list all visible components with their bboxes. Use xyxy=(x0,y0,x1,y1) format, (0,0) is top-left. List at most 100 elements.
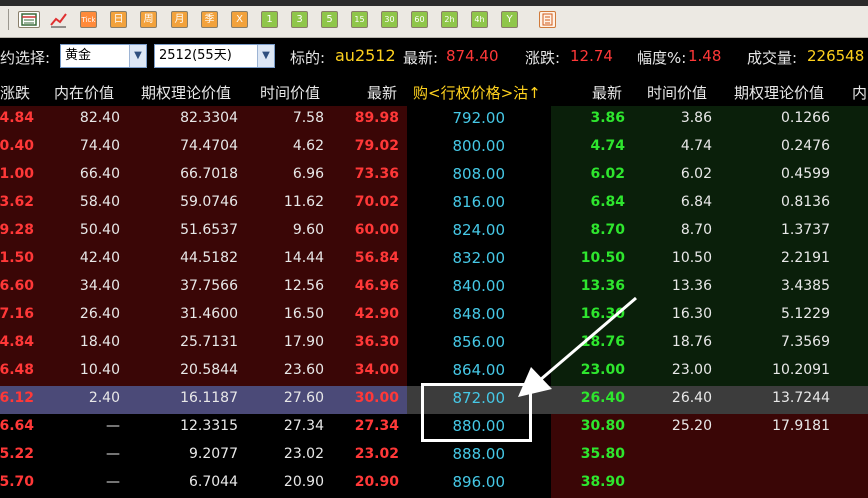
strike-price-cell: 832.00 xyxy=(452,249,506,267)
table-row[interactable]: 0.40 74.40 74.4704 4.62 79.02 800.00 4.74 4.74 0… xyxy=(0,134,868,162)
table-row[interactable]: 9.28 50.40 51.6537 9.60 60.00 824.00 8.70 8.70 1… xyxy=(0,218,868,246)
table-row[interactable]: 1.00 66.40 66.7018 6.96 73.36 808.00 6.02 6.02 0… xyxy=(0,162,868,190)
call-theoretical-cell: 59.0746 xyxy=(180,194,238,210)
header-call-time[interactable]: 时间价值 xyxy=(260,82,320,103)
put-time-value-cell: 13.36 xyxy=(671,278,712,294)
put-theoretical-cell: 17.9181 xyxy=(772,418,830,434)
year-button[interactable]: Y xyxy=(501,11,518,28)
put-time-value-cell: 26.40 xyxy=(671,390,712,406)
month-button[interactable]: 月 xyxy=(171,11,188,28)
chevron-down-icon[interactable]: ▼ xyxy=(257,45,274,67)
call-intrinsic-cell: 50.40 xyxy=(79,222,120,238)
call-last-cell: 89.98 xyxy=(354,110,399,126)
header-call-theoretical[interactable]: 期权理论价值 xyxy=(141,82,231,103)
min15-button[interactable]: 15 xyxy=(351,11,368,28)
hour4-button[interactable]: 4h xyxy=(471,11,488,28)
call-time-value-cell: 27.34 xyxy=(283,418,324,434)
header-put-intrinsic[interactable]: 内 xyxy=(852,82,867,103)
put-last-cell: 16.30 xyxy=(580,306,625,322)
header-strike[interactable]: 购<行权价格>沽↑ xyxy=(413,82,541,103)
call-intrinsic-cell: — xyxy=(106,418,120,434)
call-theoretical-cell: 44.5182 xyxy=(180,250,238,266)
put-time-value-cell: 8.70 xyxy=(680,222,712,238)
hour2-button[interactable]: 2h xyxy=(441,11,458,28)
call-last-cell: 42.90 xyxy=(354,306,399,322)
table-row[interactable]: 5.22 — 9.2077 23.02 23.02 888.00 35.80 xyxy=(0,442,868,470)
day-button[interactable]: 日 xyxy=(110,11,127,28)
call-theoretical-cell: 12.3315 xyxy=(180,418,238,434)
expiry-select[interactable]: 2512(55天) ▼ xyxy=(154,44,275,68)
put-theoretical-cell: 0.8136 xyxy=(781,194,830,210)
put-time-value-cell: 6.02 xyxy=(680,166,712,182)
contract-select-label: 约选择: xyxy=(0,49,51,67)
call-change-cell: 9.28 xyxy=(0,222,34,238)
call-intrinsic-cell: — xyxy=(106,474,120,490)
latest-value: 874.40 xyxy=(446,47,499,65)
call-last-cell: 34.00 xyxy=(354,362,399,378)
call-change-cell: 5.22 xyxy=(0,446,34,462)
header-call-change[interactable]: 涨跌 xyxy=(0,82,30,103)
call-time-value-cell: 16.50 xyxy=(283,306,324,322)
contract-info-bar: 约选择: 黄金 ▼ 2512(55天) ▼ 标的: au2512 最新: 874… xyxy=(0,38,868,76)
call-time-value-cell: 27.60 xyxy=(283,390,324,406)
header-put-theoretical[interactable]: 期权理论价值 xyxy=(734,82,824,103)
put-last-cell: 6.02 xyxy=(590,166,625,182)
put-theoretical-cell: 10.2091 xyxy=(772,362,830,378)
call-change-cell: 1.00 xyxy=(0,166,34,182)
put-time-value-cell: 3.86 xyxy=(680,110,712,126)
call-change-cell: 6.64 xyxy=(0,418,34,434)
put-time-value-cell: 10.50 xyxy=(671,250,712,266)
call-intrinsic-cell: 10.40 xyxy=(79,362,120,378)
call-time-value-cell: 7.58 xyxy=(292,110,324,126)
call-time-value-cell: 9.60 xyxy=(292,222,324,238)
call-intrinsic-cell: 82.40 xyxy=(79,110,120,126)
call-change-cell: 1.50 xyxy=(0,250,34,266)
table-row[interactable]: 4.84 82.40 82.3304 7.58 89.98 792.00 3.86 3.86 0… xyxy=(0,106,868,134)
min3-button[interactable]: 3 xyxy=(291,11,308,28)
call-last-cell: 20.90 xyxy=(354,474,399,490)
strike-price-cell: 864.00 xyxy=(452,361,506,379)
list-view-icon[interactable] xyxy=(18,11,40,28)
header-put-time[interactable]: 时间价值 xyxy=(647,82,707,103)
put-last-cell: 26.40 xyxy=(580,390,625,406)
put-last-cell: 6.84 xyxy=(590,194,625,210)
table-row[interactable]: 1.50 42.40 44.5182 14.44 56.84 832.00 10.50 10.… xyxy=(0,246,868,274)
chevron-down-icon[interactable]: ▼ xyxy=(129,45,146,67)
table-row[interactable]: 6.48 10.40 20.5844 23.60 34.00 864.00 23.00 23.… xyxy=(0,358,868,386)
table-row[interactable]: 5.70 — 6.7044 20.90 20.90 896.00 38.90 xyxy=(0,470,868,498)
min5-button[interactable]: 5 xyxy=(321,11,338,28)
month-button-label: 月 xyxy=(174,14,185,25)
calculator-icon[interactable] xyxy=(539,11,556,28)
min30-button[interactable]: 30 xyxy=(381,11,398,28)
header-call-intrinsic[interactable]: 内在价值 xyxy=(54,82,114,103)
call-time-value-cell: 23.60 xyxy=(283,362,324,378)
put-last-cell: 10.50 xyxy=(580,250,625,266)
put-time-value-cell: 25.20 xyxy=(671,418,712,434)
call-time-value-cell: 12.56 xyxy=(283,278,324,294)
put-time-value-cell: 4.74 xyxy=(680,138,712,154)
min60-button[interactable]: 60 xyxy=(411,11,428,28)
season-button[interactable]: 季 xyxy=(201,11,218,28)
table-row[interactable]: 6.60 34.40 37.7566 12.56 46.96 840.00 13.36 13.… xyxy=(0,274,868,302)
tick-button[interactable]: Tick xyxy=(80,11,97,28)
call-time-value-cell: 14.44 xyxy=(283,250,324,266)
week-button[interactable]: 周 xyxy=(140,11,157,28)
strike-price-cell: 896.00 xyxy=(452,473,506,491)
put-time-value-cell: 6.84 xyxy=(680,194,712,210)
chart-icon[interactable] xyxy=(50,11,67,28)
table-row[interactable]: 3.62 58.40 59.0746 11.62 70.02 816.00 6.84 6.84… xyxy=(0,190,868,218)
percent-label: 幅度%: xyxy=(637,49,687,67)
underlying-select[interactable]: 黄金 ▼ xyxy=(60,44,147,68)
min1-button[interactable]: 1 xyxy=(261,11,278,28)
put-time-value-cell: 23.00 xyxy=(671,362,712,378)
target-value: au2512 xyxy=(335,46,396,65)
strike-price-cell: 856.00 xyxy=(452,333,506,351)
call-theoretical-cell: 37.7566 xyxy=(180,278,238,294)
close-x-button[interactable]: X xyxy=(231,11,248,28)
header-put-last[interactable]: 最新 xyxy=(592,82,622,103)
table-row[interactable]: 4.84 18.40 25.7131 17.90 36.30 856.00 18.76 18.… xyxy=(0,330,868,358)
call-theoretical-cell: 9.2077 xyxy=(189,446,238,462)
strike-price-cell: 840.00 xyxy=(452,277,506,295)
header-call-last[interactable]: 最新 xyxy=(367,82,397,103)
table-row[interactable]: 7.16 26.40 31.4600 16.50 42.90 848.00 16.30 16.… xyxy=(0,302,868,330)
